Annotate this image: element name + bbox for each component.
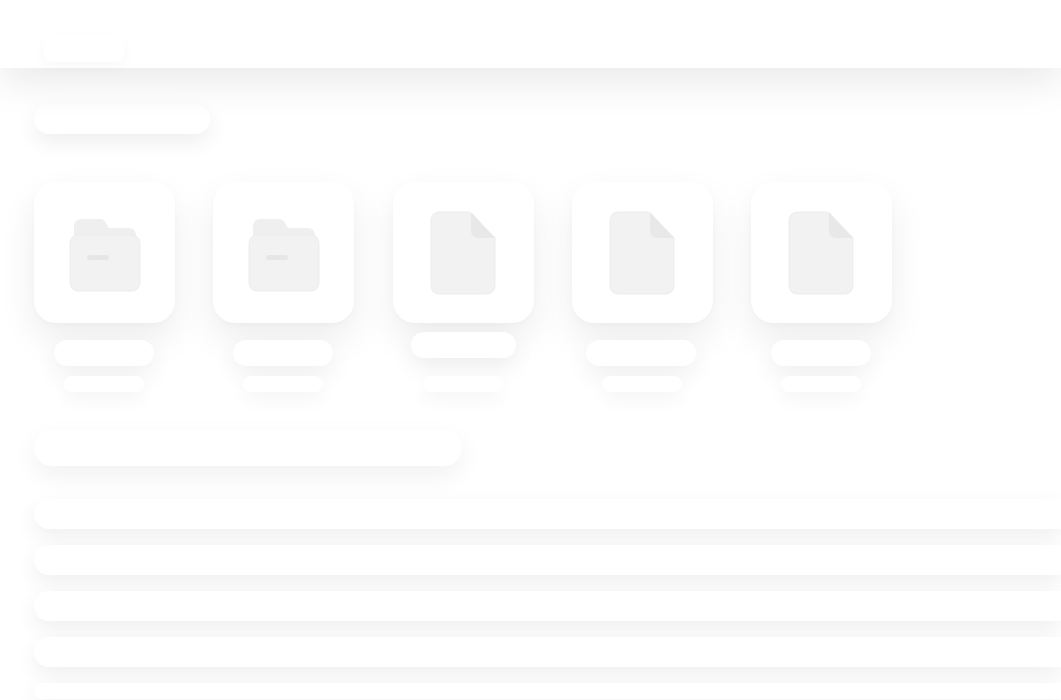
list-title-placeholder [34,430,462,466]
tile-card[interactable] [213,182,354,323]
tile-card[interactable] [34,182,175,323]
tile-label-placeholder [411,332,516,358]
tile-label-placeholder [54,340,154,366]
tile-card[interactable] [751,182,892,323]
grid-item-file-1[interactable] [393,182,534,407]
list-row[interactable] [34,637,1061,667]
grid-item-folder-1[interactable] [34,182,175,407]
list-row[interactable] [34,499,1061,529]
tile-sublabel-placeholder [423,376,503,392]
tile-sublabel-placeholder [781,376,861,392]
file-icon [429,210,499,296]
top-bar [0,0,1061,68]
grid-item-file-3[interactable] [751,182,892,407]
logo-placeholder [44,36,124,62]
tile-sublabel-placeholder [64,376,144,392]
folder-icon [245,213,323,293]
grid-item-file-2[interactable] [572,182,713,407]
tile-sublabel-placeholder [243,376,323,392]
tile-card[interactable] [393,182,534,323]
file-icon [608,210,678,296]
file-icon [787,210,857,296]
tile-card[interactable] [572,182,713,323]
tile-label-placeholder [233,340,333,366]
tile-sublabel-placeholder [602,376,682,392]
folder-icon [66,213,144,293]
list-row[interactable] [34,545,1061,575]
list-row[interactable] [34,591,1061,621]
tile-label-placeholder [771,340,871,366]
tile-label-placeholder [586,340,696,366]
list-row[interactable] [34,683,1061,699]
file-grid [34,182,934,412]
grid-item-folder-2[interactable] [213,182,354,407]
section-title-placeholder [34,104,210,134]
